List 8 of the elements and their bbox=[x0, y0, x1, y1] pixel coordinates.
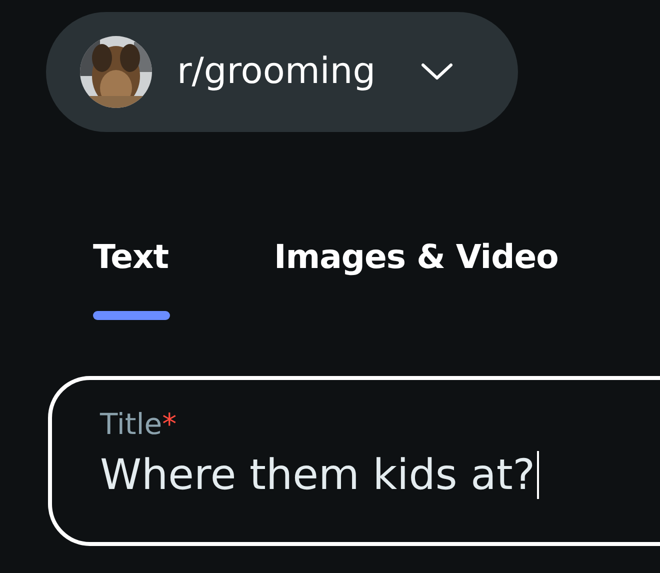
tab[interactable]: Text bbox=[93, 230, 170, 320]
field-label: Title* bbox=[100, 410, 178, 439]
community-name: r/grooming bbox=[177, 54, 376, 90]
chevron-down-icon bbox=[420, 63, 453, 81]
field-value: Where them kids at? bbox=[100, 449, 536, 501]
title-field[interactable]: Title* Where them kids at? bbox=[48, 376, 660, 546]
community-selector[interactable]: r/grooming bbox=[46, 12, 518, 132]
tab[interactable]: Images & Video bbox=[274, 230, 558, 320]
